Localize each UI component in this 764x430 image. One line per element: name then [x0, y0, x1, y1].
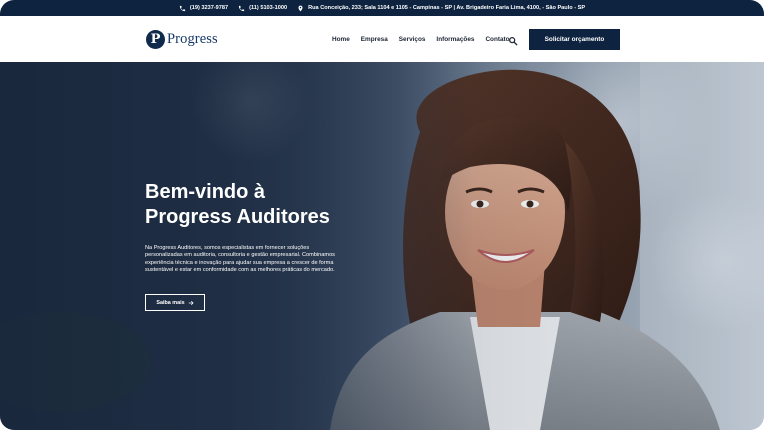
logo-text: Progress [167, 30, 218, 47]
top-info-bar: (19) 3237-9787 (11) 5103-1000 Rua Concei… [0, 0, 764, 16]
nav-informacoes[interactable]: Informações [436, 36, 474, 43]
site-header: P Progress Home Empresa Serviços Informa… [0, 16, 764, 62]
learn-more-button[interactable]: Saiba mais [145, 294, 205, 311]
request-quote-button[interactable]: Solicitar orçamento [529, 29, 620, 50]
phone-sao-paulo[interactable]: (11) 5103-1000 [238, 5, 287, 12]
phone-icon [239, 5, 245, 11]
browser-frame: (19) 3237-9787 (11) 5103-1000 Rua Concei… [0, 0, 764, 430]
phone-number-2: (11) 5103-1000 [249, 5, 288, 11]
nav-empresa[interactable]: Empresa [361, 36, 388, 43]
nav-servicos[interactable]: Serviços [399, 36, 426, 43]
logo-mark: P [146, 29, 165, 49]
search-icon [509, 37, 518, 46]
map-pin-icon [298, 5, 303, 11]
nav-contato[interactable]: Contato [485, 36, 509, 43]
hero-overlay [0, 62, 764, 430]
logo[interactable]: P Progress [146, 28, 218, 50]
main-nav: Home Empresa Serviços Informações Contat… [332, 16, 521, 62]
search-button[interactable] [508, 33, 518, 46]
hero-section: Bem-vindo à Progress Auditores Na Progre… [0, 62, 764, 430]
phone-icon [179, 5, 185, 11]
learn-more-label: Saiba mais [156, 299, 185, 306]
arrow-right-icon [188, 300, 194, 305]
nav-home[interactable]: Home [332, 36, 350, 43]
hero-title-line2: Progress Auditores [145, 206, 330, 228]
address-text: Rua Conceição, 233; Sala 1104 e 1105 - C… [308, 5, 586, 11]
phone-campinas[interactable]: (19) 3237-9787 [179, 5, 228, 12]
hero-paragraph: Na Progress Auditores, somos especialist… [145, 245, 335, 274]
phone-number-1: (19) 3237-9787 [189, 5, 229, 11]
hero-title-line1: Bem-vindo à [145, 181, 266, 203]
hero-title: Bem-vindo à Progress Auditores [145, 180, 375, 230]
address-info[interactable]: Rua Conceição, 233; Sala 1104 e 1105 - C… [297, 5, 585, 12]
